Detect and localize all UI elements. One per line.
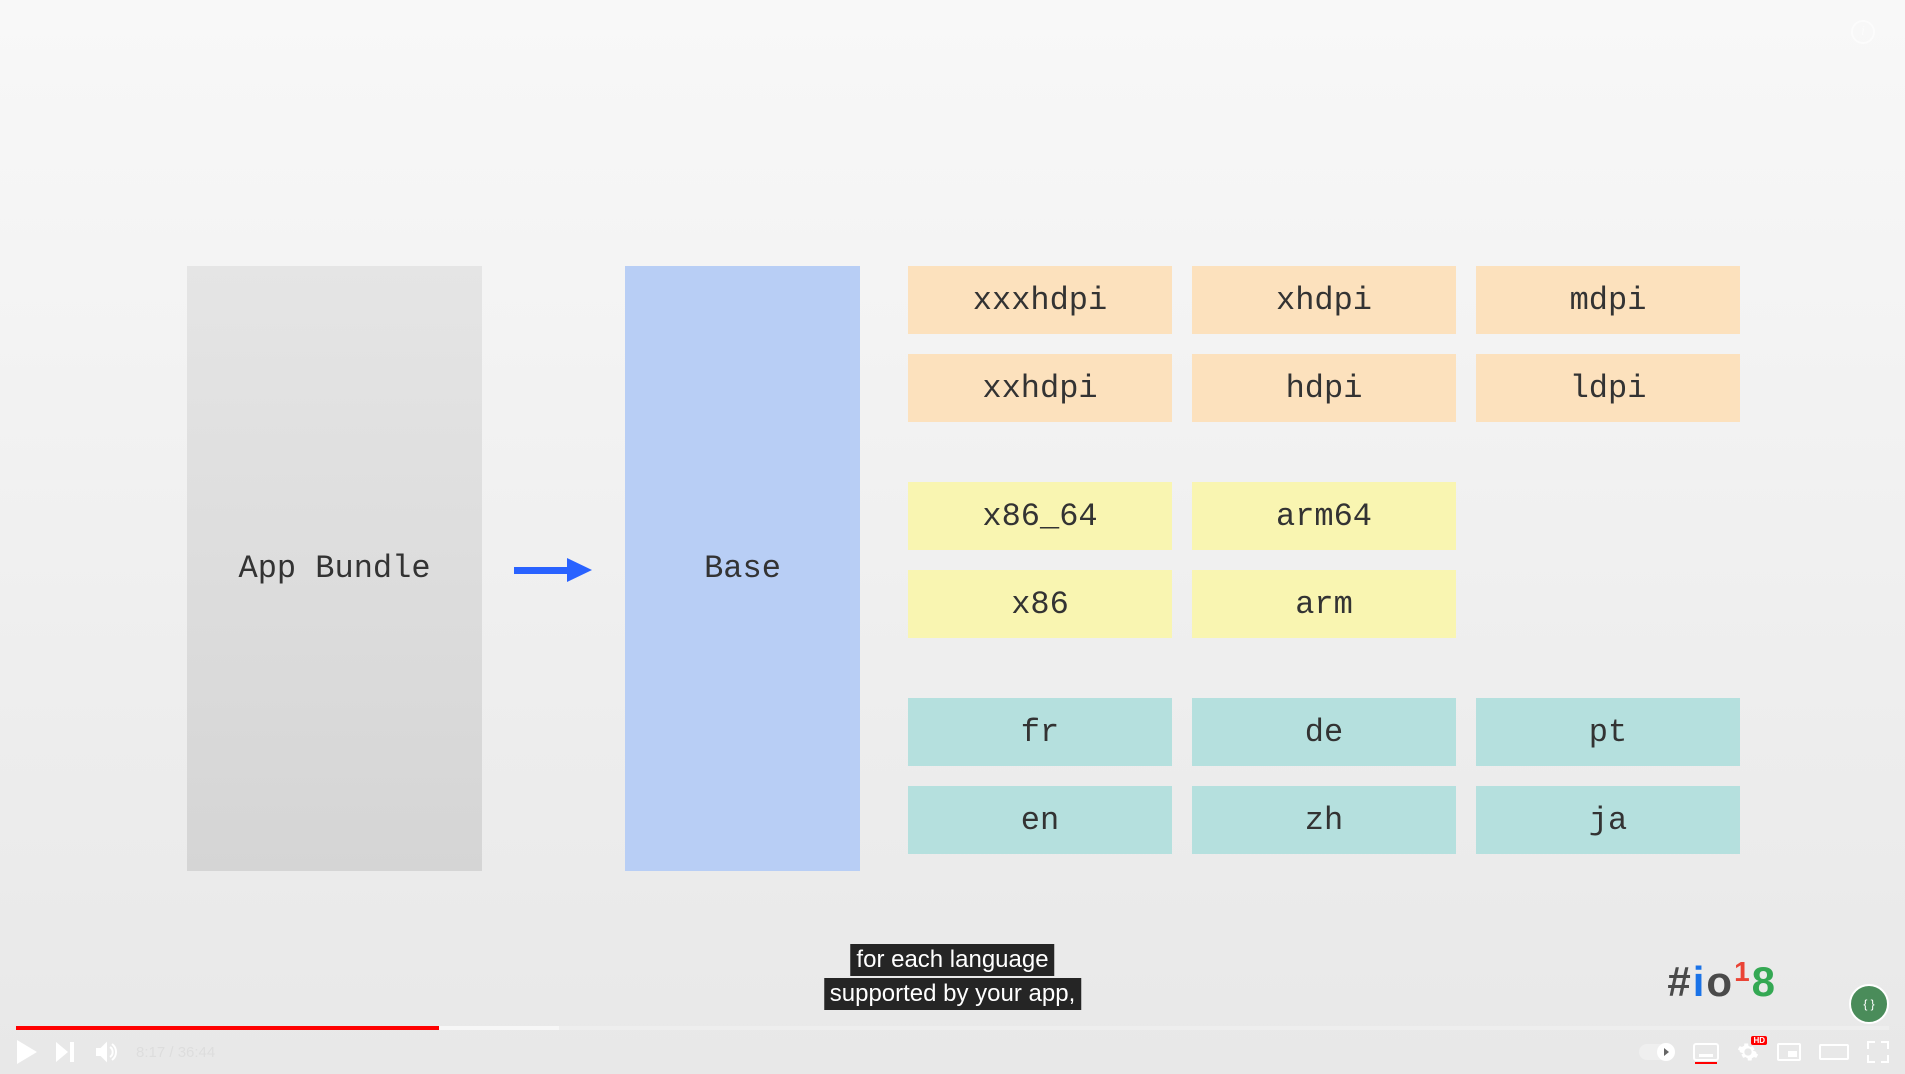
theater-mode-button[interactable] [1819, 1044, 1849, 1060]
arch-cell: arm [1192, 570, 1456, 638]
arrow-icon [514, 558, 592, 582]
lang-cell: ja [1476, 786, 1740, 854]
app-bundle-box: App Bundle [187, 266, 482, 871]
base-box: Base [625, 266, 860, 871]
density-cell: mdpi [1476, 266, 1740, 334]
hd-badge: HD [1751, 1036, 1767, 1045]
caption-line-2: supported by your app, [824, 978, 1082, 1010]
arch-cell: arm64 [1192, 482, 1456, 550]
base-label: Base [704, 550, 781, 587]
lang-group: fr de pt en zh ja [908, 698, 1740, 854]
autoplay-toggle[interactable] [1639, 1044, 1675, 1060]
next-button[interactable] [56, 1042, 76, 1062]
time-display: 8:17 / 36:44 [136, 1044, 215, 1061]
caption-line-1: for each language [850, 944, 1054, 976]
player-controls: 8:17 / 36:44 HD [0, 1030, 1905, 1074]
density-cell: xxxhdpi [908, 266, 1172, 334]
info-icon[interactable]: i [1851, 20, 1875, 44]
volume-button[interactable] [94, 1040, 118, 1064]
fullscreen-button[interactable] [1867, 1041, 1889, 1063]
arch-group: x86_64 arm64 x86 arm [908, 482, 1740, 638]
lang-cell: en [908, 786, 1172, 854]
density-cell: xhdpi [1192, 266, 1456, 334]
app-bundle-label: App Bundle [238, 550, 430, 587]
captions-button[interactable] [1693, 1043, 1719, 1061]
density-cell: hdpi [1192, 354, 1456, 422]
caption: for each language supported by your app, [824, 943, 1082, 1011]
video-player: i App Bundle Base xxxhdpi xhdpi mdpi xxh… [0, 0, 1905, 1074]
settings-button[interactable]: HD [1737, 1041, 1759, 1063]
io-logo: #io18 [1667, 958, 1775, 1006]
miniplayer-button[interactable] [1777, 1043, 1801, 1061]
config-grid: xxxhdpi xhdpi mdpi xxhdpi hdpi ldpi x86_… [908, 266, 1740, 854]
density-cell: ldpi [1476, 354, 1740, 422]
channel-avatar[interactable]: { } [1849, 984, 1889, 1024]
density-group: xxxhdpi xhdpi mdpi xxhdpi hdpi ldpi [908, 266, 1740, 422]
lang-cell: zh [1192, 786, 1456, 854]
arch-cell: x86 [908, 570, 1172, 638]
slide-content: i App Bundle Base xxxhdpi xhdpi mdpi xxh… [0, 0, 1905, 1074]
lang-cell: fr [908, 698, 1172, 766]
play-button[interactable] [16, 1040, 38, 1064]
arch-cell: x86_64 [908, 482, 1172, 550]
density-cell: xxhdpi [908, 354, 1172, 422]
lang-cell: de [1192, 698, 1456, 766]
lang-cell: pt [1476, 698, 1740, 766]
